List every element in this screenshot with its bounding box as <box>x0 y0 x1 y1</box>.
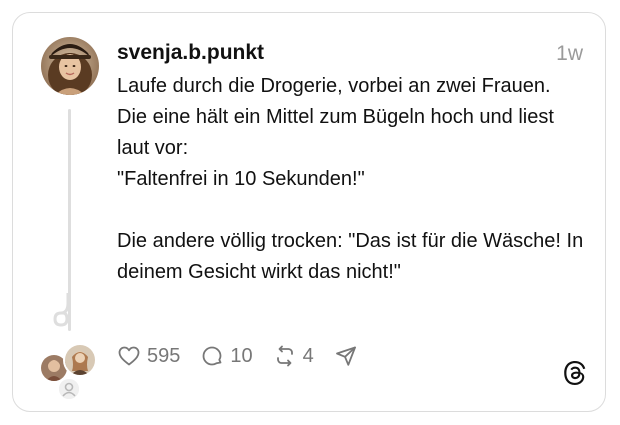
share-button[interactable] <box>334 344 358 368</box>
post-line: "Faltenfrei in 10 Sekunden!" <box>117 168 365 190</box>
post-card[interactable]: svenja.b.punkt 1w Laufe durch die Droger… <box>12 12 606 412</box>
post-line: Die eine hält ein Mittel zum Bügeln hoch… <box>117 106 554 159</box>
post-body: Laufe durch die Drogerie, vorbei an zwei… <box>117 71 587 288</box>
reply-count: 10 <box>230 345 253 367</box>
like-button[interactable]: 595 <box>117 344 180 368</box>
timestamp: 1w <box>556 42 583 65</box>
reply-button[interactable]: 10 <box>200 344 253 368</box>
reply-avatars <box>39 343 99 401</box>
repost-icon <box>276 345 293 367</box>
post-line: Die andere völlig trocken: "Das ist für … <box>117 230 584 283</box>
post-line-break <box>117 195 587 226</box>
comment-icon <box>202 346 222 366</box>
threads-logo-icon <box>564 361 586 385</box>
username[interactable]: svenja.b.punkt <box>117 40 264 66</box>
share-icon <box>335 346 356 366</box>
post-actions: 595 10 4 <box>117 341 358 371</box>
post-line: Laufe durch die Drogerie, vorbei an zwei… <box>117 75 551 97</box>
reply-avatar <box>63 343 97 377</box>
avatar[interactable] <box>41 37 99 95</box>
repost-button[interactable]: 4 <box>273 344 314 368</box>
repost-count: 4 <box>302 345 314 367</box>
like-count: 595 <box>147 345 181 367</box>
reply-avatar <box>57 377 81 401</box>
heart-icon <box>118 346 140 366</box>
